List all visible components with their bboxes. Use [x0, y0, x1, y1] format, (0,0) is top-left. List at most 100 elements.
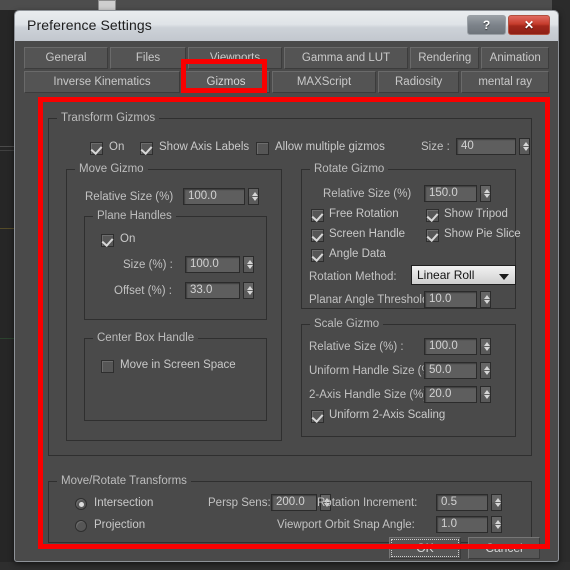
preference-settings-dialog: Preference Settings ? ✕ General Files Vi… [14, 10, 559, 562]
tab-maxscript[interactable]: MAXScript [272, 71, 376, 93]
rotation-method-value: Linear Roll [417, 268, 475, 282]
projection-label: Projection [94, 519, 146, 531]
title-bar[interactable]: Preference Settings ? ✕ [15, 11, 558, 41]
free-rotation-checkbox[interactable] [311, 209, 324, 222]
plane-handles-on-label: On [120, 233, 136, 245]
tab-animation[interactable]: Animation [481, 47, 549, 69]
two-axis-handle-size-spinner[interactable] [480, 386, 491, 403]
plane-handles-size-spinner[interactable] [243, 256, 254, 273]
rotate-relative-size-label: Relative Size (%) [323, 188, 412, 200]
tab-gamma-and-lut[interactable]: Gamma and LUT [284, 47, 408, 69]
move-gizmo-group-label: Move Gizmo [75, 163, 148, 175]
rotation-increment-field[interactable]: 0.5 [436, 494, 488, 511]
cancel-button[interactable]: Cancel [468, 537, 540, 559]
rotate-relative-size-field[interactable]: 150.0 [424, 185, 477, 202]
rotate-relative-size-spinner[interactable] [480, 185, 491, 202]
uniform-handle-size-spinner[interactable] [480, 362, 491, 379]
plane-handles-offset-spinner[interactable] [243, 282, 254, 299]
transform-gizmos-on-checkbox[interactable] [90, 142, 103, 155]
tab-strip: General Files Viewports Gamma and LUT Re… [24, 47, 549, 95]
move-relative-size-label: Relative Size (%) [85, 191, 174, 203]
center-box-handle-group: Center Box Handle Move in Screen Space [84, 332, 267, 421]
transform-gizmos-on-label: On [109, 141, 125, 153]
move-rotate-transforms-group-label: Move/Rotate Transforms [57, 475, 191, 487]
uniform-handle-size-field[interactable]: 50.0 [424, 362, 477, 379]
scale-relative-size-field[interactable]: 100.0 [424, 338, 477, 355]
gizmo-size-label: Size : [421, 141, 450, 153]
gizmo-size-field[interactable]: 40 [456, 138, 516, 155]
angle-data-label: Angle Data [329, 248, 386, 260]
tab-rendering[interactable]: Rendering [410, 47, 480, 69]
window-title: Preference Settings [27, 17, 152, 33]
viewport-orbit-snap-angle-spinner[interactable] [491, 516, 502, 533]
free-rotation-label: Free Rotation [329, 208, 399, 220]
viewport-panel-left [0, 10, 14, 570]
plane-handles-offset-label: Offset (%) : [114, 285, 172, 297]
move-in-screen-space-label: Move in Screen Space [120, 359, 236, 371]
projection-radio[interactable] [75, 520, 87, 532]
show-tripod-checkbox[interactable] [426, 209, 439, 222]
plane-handles-size-field[interactable]: 100.0 [185, 256, 240, 273]
rotation-increment-label: Rotation Increment: [317, 497, 418, 509]
tab-general[interactable]: General [24, 47, 108, 69]
allow-multiple-gizmos-checkbox[interactable] [256, 142, 269, 155]
tab-row-1: General Files Viewports Gamma and LUT Re… [24, 47, 549, 69]
plane-handles-group: Plane Handles On Size (%) : 100.0 Offset… [84, 210, 267, 320]
screen-handle-checkbox[interactable] [311, 229, 324, 242]
planar-angle-threshold-spinner[interactable] [480, 291, 491, 308]
viewport-panel-bottom [0, 562, 570, 570]
tab-viewports[interactable]: Viewports [188, 47, 282, 69]
show-pie-slice-checkbox[interactable] [426, 229, 439, 242]
scale-gizmo-group-label: Scale Gizmo [310, 318, 384, 330]
viewport-orbit-snap-angle-field[interactable]: 1.0 [436, 516, 488, 533]
show-axis-labels-label: Show Axis Labels [159, 141, 250, 153]
scale-relative-size-spinner[interactable] [480, 338, 491, 355]
scale-gizmo-group: Scale Gizmo Relative Size (%) : 100.0 Un… [301, 318, 516, 437]
tab-inverse-kinematics[interactable]: Inverse Kinematics [24, 71, 180, 93]
tab-files[interactable]: Files [110, 47, 186, 69]
tab-mental-ray[interactable]: mental ray [461, 71, 549, 93]
scale-relative-size-label: Relative Size (%) : [309, 341, 404, 353]
move-relative-size-spinner[interactable] [248, 188, 259, 205]
plane-handles-group-label: Plane Handles [93, 210, 176, 222]
tab-gizmos[interactable]: Gizmos [182, 71, 270, 93]
dialog-client-area: General Files Viewports Gamma and LUT Re… [16, 41, 557, 560]
planar-angle-threshold-field[interactable]: 10.0 [424, 291, 477, 308]
two-axis-handle-size-label: 2-Axis Handle Size (%) [309, 389, 428, 401]
rotate-gizmo-group: Rotate Gizmo Relative Size (%) 150.0 Fre… [301, 163, 521, 309]
intersection-radio[interactable] [75, 498, 87, 510]
rotation-method-combo[interactable]: Linear Roll [411, 265, 516, 285]
show-pie-slice-label: Show Pie Slice [444, 228, 521, 240]
intersection-label: Intersection [94, 497, 154, 509]
viewport-orbit-snap-angle-label: Viewport Orbit Snap Angle: [277, 519, 415, 531]
show-tripod-label: Show Tripod [444, 208, 508, 220]
rotate-gizmo-group-label: Rotate Gizmo [310, 163, 389, 175]
allow-multiple-gizmos-label: Allow multiple gizmos [275, 141, 385, 153]
move-gizmo-group: Move Gizmo Relative Size (%) 100.0 Plane… [66, 163, 282, 441]
two-axis-handle-size-field[interactable]: 20.0 [424, 386, 477, 403]
rotation-method-label: Rotation Method: [309, 271, 397, 283]
gizmo-size-spinner[interactable] [519, 138, 530, 155]
uniform-handle-size-label: Uniform Handle Size (%) [309, 365, 436, 377]
chevron-down-icon [499, 274, 509, 280]
move-rotate-transforms-group: Move/Rotate Transforms Intersection Proj… [48, 475, 532, 543]
persp-sens-field[interactable]: 200.0 [271, 494, 317, 511]
tab-radiosity[interactable]: Radiosity [378, 71, 460, 93]
ok-button[interactable]: OK [389, 537, 461, 559]
show-axis-labels-checkbox[interactable] [140, 142, 153, 155]
plane-handles-offset-field[interactable]: 33.0 [185, 282, 240, 299]
rotation-increment-spinner[interactable] [491, 494, 502, 511]
move-in-screen-space-checkbox[interactable] [101, 360, 114, 373]
transform-gizmos-group: Transform Gizmos On Show Axis Labels All… [48, 112, 532, 456]
transform-gizmos-group-label: Transform Gizmos [57, 112, 160, 124]
help-button[interactable]: ? [467, 15, 506, 35]
persp-sens-label: Persp Sens: [208, 497, 271, 509]
tab-row-2: Inverse Kinematics Gizmos MAXScript Radi… [24, 71, 549, 93]
uniform-2-axis-scaling-label: Uniform 2-Axis Scaling [329, 409, 446, 421]
close-button[interactable]: ✕ [508, 15, 550, 35]
planar-angle-threshold-label: Planar Angle Threshold : [309, 294, 435, 306]
move-relative-size-field[interactable]: 100.0 [183, 188, 245, 205]
angle-data-checkbox[interactable] [311, 249, 324, 262]
plane-handles-on-checkbox[interactable] [101, 234, 114, 247]
uniform-2-axis-scaling-checkbox[interactable] [311, 410, 324, 423]
